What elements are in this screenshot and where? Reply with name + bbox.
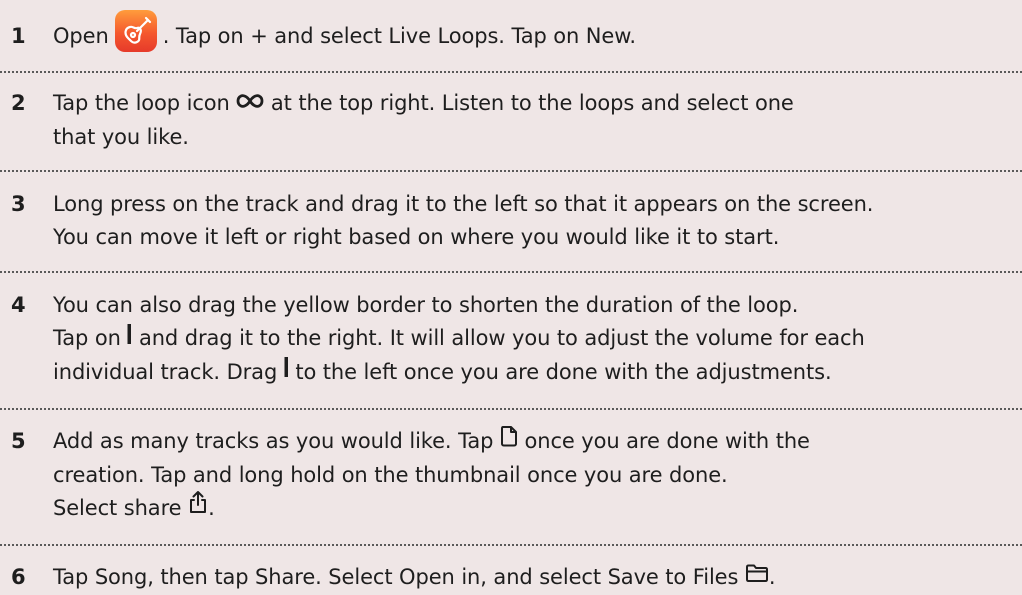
instructions-page: 1 Open . Tap on + and select Live Loops.… <box>0 0 1022 594</box>
step-line: Tap the loop icon at the top right. List… <box>53 87 1016 121</box>
step-text: Select share <box>53 495 182 520</box>
step-number: 3 <box>11 192 26 216</box>
step-text: and drag it to the right. It will allow … <box>138 326 865 350</box>
step-text: once you are done with the <box>524 429 810 453</box>
step-number: 4 <box>11 293 26 317</box>
divider <box>0 170 1022 172</box>
infinity-loop-icon <box>236 86 264 119</box>
vertical-bar-icon <box>127 321 132 354</box>
step-text: at the top right. Listen to the loops an… <box>270 91 794 115</box>
step-line: Long press on the track and drag it to t… <box>53 192 874 216</box>
step-line: You can also drag the yellow border to s… <box>53 293 799 317</box>
step-line: Open . Tap on + and select Live Loops. T… <box>53 10 1016 54</box>
step-number: 5 <box>11 429 26 453</box>
step-text: . Tap on + and select Live Loops. Tap on… <box>162 24 636 48</box>
vertical-bar-icon <box>284 354 289 387</box>
step-line: creation. Tap and long hold on the thumb… <box>53 462 728 487</box>
step-line: individual track. Drag to the left once … <box>53 356 1016 390</box>
step-3: 3 Long press on the track and drag it to… <box>0 188 1022 254</box>
step-line: Select share . <box>53 490 1016 526</box>
divider <box>0 71 1022 73</box>
step-number: 1 <box>11 24 26 48</box>
document-icon <box>500 424 518 457</box>
divider <box>0 271 1022 273</box>
step-text: Tap on <box>53 326 121 350</box>
folder-icon <box>745 560 769 593</box>
step-text: Tap Song, then tap Share. Select Open in… <box>53 565 739 589</box>
step-text: Add as many tracks as you would like. Ta… <box>53 429 494 453</box>
step-text: individual track. Drag <box>53 359 278 384</box>
step-line: You can move it left or right based on w… <box>53 225 780 249</box>
step-2: 2 Tap the loop icon at the top right. Li… <box>0 87 1022 154</box>
step-line: Tap on and drag it to the right. It will… <box>53 322 1016 356</box>
step-4: 4 You can also drag the yellow border to… <box>0 289 1022 389</box>
step-text: . <box>208 495 215 520</box>
step-1: 1 Open . Tap on + and select Live Loops.… <box>0 10 1022 54</box>
divider <box>0 408 1022 410</box>
divider <box>0 544 1022 546</box>
step-5: 5 Add as many tracks as you would like. … <box>0 425 1022 526</box>
step-text: Open <box>53 24 109 48</box>
step-line: that you like. <box>53 124 189 149</box>
garageband-app-icon <box>114 10 157 52</box>
step-number: 6 <box>11 565 26 589</box>
step-6: 6 Tap Song, then tap Share. Select Open … <box>0 561 1022 595</box>
step-number: 2 <box>11 91 26 115</box>
step-text: Tap the loop icon <box>53 91 230 115</box>
step-text: . <box>768 565 776 589</box>
step-line: Add as many tracks as you would like. Ta… <box>53 425 1016 459</box>
step-line: Tap Song, then tap Share. Select Open in… <box>53 561 1016 595</box>
step-text: to the left once you are done with the a… <box>295 359 832 384</box>
share-icon <box>188 490 208 524</box>
